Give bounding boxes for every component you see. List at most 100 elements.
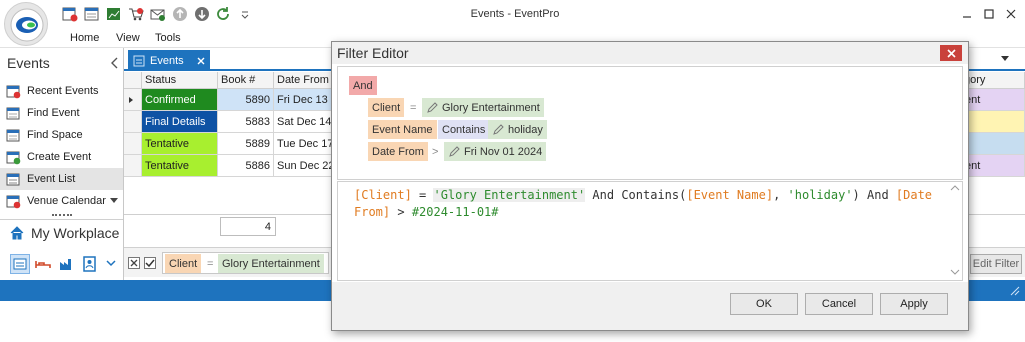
home-icon <box>10 225 24 239</box>
book-number-cell[interactable]: 5883 <box>218 111 274 133</box>
filter-value-token: Glory Entertainment <box>218 254 324 273</box>
condition-2-field[interactable]: Event Name <box>368 120 437 139</box>
book-number-cell[interactable]: 5889 <box>218 133 274 155</box>
dialog-title-bar: Filter Editor <box>332 42 968 64</box>
date-from-cell[interactable]: Tue Dec 17 <box>274 133 334 155</box>
collapse-sidebar-icon[interactable] <box>108 56 120 70</box>
sidebar-item-label: Event List <box>27 173 76 185</box>
group-and-token[interactable]: And <box>349 76 377 95</box>
down-arrow-icon[interactable] <box>194 6 210 22</box>
sidebar-item-venue-calendar[interactable]: Venue Calendar <box>0 190 123 212</box>
condition-value-text: holiday <box>508 123 543 136</box>
sidebar-item-find-event[interactable]: Find Event <box>0 102 123 124</box>
calendar-icon[interactable] <box>84 6 100 22</box>
category-cell[interactable] <box>962 133 1025 155</box>
cancel-button[interactable]: Cancel <box>805 293 873 315</box>
quick-access-dropdown-icon[interactable] <box>240 6 250 22</box>
current-row-arrow-icon <box>129 96 133 103</box>
close-dialog-button[interactable] <box>940 45 962 61</box>
sidebar-item-label: Create Event <box>27 151 92 163</box>
resize-grip-icon[interactable] <box>1010 286 1020 296</box>
col-book-header[interactable]: Book # <box>218 72 274 89</box>
pencil-icon <box>493 123 504 135</box>
col-category-header[interactable]: gory <box>962 72 1025 89</box>
expression-line-2: From] > #2024-11-01# <box>354 205 499 219</box>
tab-label: Events <box>150 54 184 67</box>
date-from-cell[interactable]: Fri Dec 13 <box>274 89 334 111</box>
row-indicator[interactable] <box>124 155 142 177</box>
enable-filter-checkbox[interactable] <box>144 257 156 269</box>
find-space-icon <box>6 129 20 141</box>
category-cell[interactable] <box>962 111 1025 133</box>
condition-1-field[interactable]: Client <box>368 98 405 117</box>
my-workplace-label: My Workplace <box>31 224 120 241</box>
app-logo-button[interactable] <box>4 2 48 46</box>
ok-button[interactable]: OK <box>730 293 798 315</box>
email-icon[interactable] <box>150 6 166 22</box>
more-workplace-icon[interactable] <box>106 258 116 268</box>
sidebar-item-find-space[interactable]: Find Space <box>0 124 123 146</box>
filter-summary[interactable]: Client = Glory Entertainment <box>162 252 329 274</box>
condition-3-field[interactable]: Date From <box>368 142 428 161</box>
condition-3-value[interactable]: Fri Nov 01 2024 <box>444 142 547 161</box>
cart-icon[interactable] <box>128 6 144 22</box>
create-event-icon <box>6 151 21 164</box>
sidebar-item-label: Venue Calendar <box>27 195 106 207</box>
category-cell[interactable]: ent <box>962 155 1025 177</box>
row-indicator-header <box>124 72 142 89</box>
reports-icon[interactable] <box>106 6 122 22</box>
venue-calendar-icon <box>6 195 21 208</box>
status-cell[interactable]: Confirmed <box>142 89 218 111</box>
date-from-cell[interactable]: Sat Dec 14 <box>274 111 334 133</box>
condition-1-operator[interactable]: = <box>406 98 420 117</box>
sidebar-item-create-event[interactable]: Create Event <box>0 146 123 168</box>
menu-view[interactable]: View <box>116 32 140 44</box>
minimize-button[interactable] <box>956 4 978 24</box>
sidebar-item-recent-events[interactable]: Recent Events <box>0 80 123 102</box>
close-window-button[interactable] <box>1000 4 1022 24</box>
expression-scrollbar[interactable] <box>948 182 962 280</box>
contact-card-icon[interactable] <box>82 256 98 272</box>
sidebar-item-event-list[interactable]: Event List <box>0 168 123 190</box>
condition-2-operator[interactable]: Contains <box>438 120 490 139</box>
book-number-cell[interactable]: 5890 <box>218 89 274 111</box>
venue-calendar-dropdown-icon[interactable] <box>109 197 119 205</box>
bed-icon[interactable] <box>35 256 51 272</box>
tab-events[interactable]: Events <box>128 50 210 71</box>
apply-button[interactable]: Apply <box>880 293 948 315</box>
row-indicator[interactable] <box>124 111 142 133</box>
row-indicator[interactable] <box>124 133 142 155</box>
pencil-icon <box>449 145 460 157</box>
status-cell[interactable]: Tentative <box>142 155 218 177</box>
close-tab-icon[interactable] <box>196 56 206 66</box>
refresh-icon[interactable] <box>215 6 231 22</box>
clear-filter-button[interactable] <box>128 257 140 269</box>
date-from-cell[interactable]: Sun Dec 22 <box>274 155 334 177</box>
factory-icon[interactable] <box>59 256 75 272</box>
edit-filter-button[interactable]: Edit Filter <box>970 254 1022 274</box>
category-cell[interactable]: ent <box>962 89 1025 111</box>
maximize-button[interactable] <box>978 4 1000 24</box>
calendar-view-icon[interactable] <box>10 254 30 274</box>
tab-list-dropdown-icon[interactable] <box>1000 55 1010 63</box>
recent-events-icon <box>6 85 21 98</box>
expression-editor[interactable]: [Client] = 'Glory Entertainment' And Con… <box>337 181 963 281</box>
sidebar-item-label: Recent Events <box>27 85 99 97</box>
condition-3-operator[interactable]: > <box>428 142 442 161</box>
col-date-header[interactable]: Date From <box>274 72 334 89</box>
condition-1-value[interactable]: Glory Entertainment <box>422 98 544 117</box>
menu-home[interactable]: Home <box>70 32 99 44</box>
row-indicator[interactable] <box>124 89 142 111</box>
condition-value-text: Glory Entertainment <box>442 101 540 114</box>
sidebar: Events Recent Events Find Event Find Spa… <box>0 48 124 280</box>
my-workplace-header[interactable]: My Workplace <box>0 219 123 245</box>
new-event-icon[interactable] <box>62 6 78 22</box>
menu-tools[interactable]: Tools <box>155 32 181 44</box>
splitter-grip[interactable] <box>52 214 72 217</box>
status-cell[interactable]: Final Details <box>142 111 218 133</box>
col-status-header[interactable]: Status <box>142 72 218 89</box>
up-arrow-icon[interactable] <box>172 6 188 22</box>
book-number-cell[interactable]: 5886 <box>218 155 274 177</box>
condition-2-value[interactable]: holiday <box>488 120 547 139</box>
status-cell[interactable]: Tentative <box>142 133 218 155</box>
